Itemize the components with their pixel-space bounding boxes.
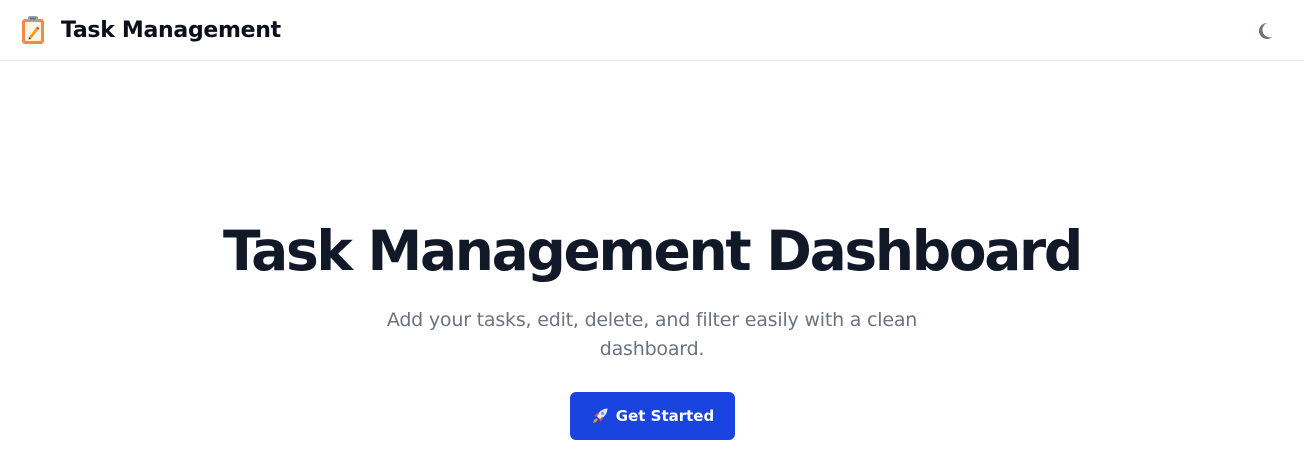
hero-section: Task Management Dashboard Add your tasks… xyxy=(0,61,1304,457)
hero-subtitle: Add your tasks, edit, delete, and filter… xyxy=(386,309,918,360)
brand[interactable]: Task Management xyxy=(20,14,281,46)
clipboard-icon xyxy=(20,15,46,45)
hero-title: Task Management Dashboard xyxy=(223,219,1083,283)
get-started-label: Get Started xyxy=(615,407,715,425)
get-started-button[interactable]: Get Started xyxy=(570,392,735,440)
brand-title: Task Management xyxy=(61,17,281,43)
moon-icon xyxy=(1256,22,1280,45)
navbar: Task Management xyxy=(0,0,1304,61)
rocket-icon xyxy=(591,407,609,425)
theme-toggle-button[interactable] xyxy=(1256,18,1280,42)
